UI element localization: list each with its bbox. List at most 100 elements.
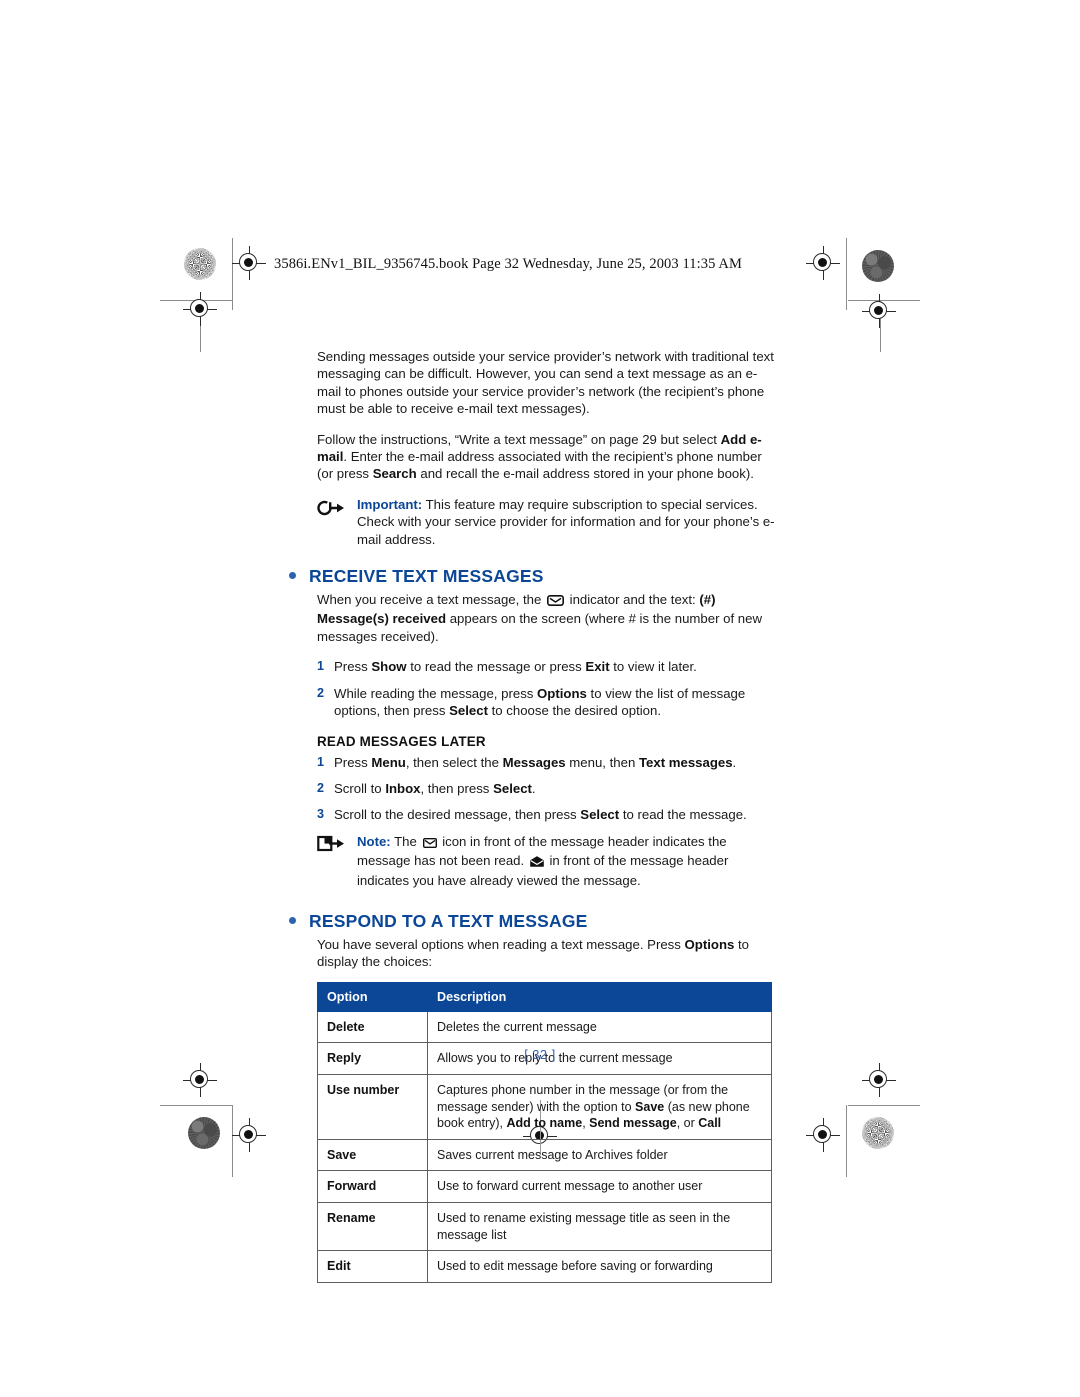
step-text-c: , then press — [420, 780, 494, 796]
square-arrow-icon — [317, 835, 349, 855]
step-number: 1 — [317, 659, 325, 674]
read-later-steps-list: 1 Press Menu, then select the Messages me… — [317, 754, 775, 824]
page-content: Sending messages outside your service pr… — [289, 348, 775, 1283]
intro-paragraph-1: Sending messages outside your service pr… — [317, 349, 774, 417]
envelope-indicator-icon — [546, 593, 564, 610]
step-text-d: to view it later. — [609, 659, 697, 675]
option-description-cell: Use to forward current message to anothe… — [427, 1170, 772, 1203]
step-item: 2 While reading the message, press Option… — [317, 685, 775, 720]
step-text-d: to choose the desired option. — [487, 703, 661, 719]
receive-steps-list: 1 Press Show to read the message or press… — [317, 658, 775, 719]
table-row: Save Saves current message to Archives f… — [317, 1138, 772, 1172]
important-label: Important: — [357, 496, 423, 512]
crosshair-mark-top-left — [232, 246, 266, 280]
select-key-term: Select — [493, 780, 532, 796]
important-callout-text: Important: This feature may require subs… — [357, 496, 775, 548]
intro-paragraph-2: Follow the instructions, “Write a text m… — [317, 431, 775, 483]
send-message-term: Send message — [589, 1116, 677, 1131]
subheading-read-messages-later: READ MESSAGES LATER — [317, 733, 486, 749]
step-text-a: While reading the message, press — [334, 685, 538, 701]
step-text-c: , then select the — [405, 754, 503, 770]
document-page: 3586i.ENv1_BIL_9356745.book Page 32 Wedn… — [0, 0, 1080, 1397]
starburst-registration-mark-top-left — [184, 248, 216, 280]
crosshair-mark-right-upper — [862, 294, 896, 328]
receive-intro-a: When you receive a text message, the — [317, 592, 545, 608]
section-heading-respond-to-text-message: RESPOND TO A TEXT MESSAGE — [289, 911, 775, 932]
inbox-term: Inbox — [385, 780, 421, 796]
crop-line-bottom-left-horizontal — [160, 1105, 232, 1106]
step-text-e: . — [732, 754, 737, 770]
crosshair-mark-left-lower — [183, 1063, 217, 1097]
show-key-term: Show — [371, 659, 407, 675]
option-description-cell: Used to edit message before saving or fo… — [427, 1250, 772, 1283]
table-row: Delete Deletes the current message — [317, 1010, 772, 1044]
option-name-cell: Use number — [317, 1073, 428, 1140]
intro-p2-e: and recall the e-mail address stored in … — [416, 466, 754, 482]
closed-envelope-icon — [422, 835, 437, 852]
call-term: Call — [698, 1116, 722, 1131]
section-heading-receive-text-messages: RECEIVE TEXT MESSAGES — [289, 566, 775, 587]
table-row: Rename Used to rename existing message t… — [317, 1201, 772, 1252]
crop-line-bottom-right-horizontal — [848, 1105, 920, 1106]
step-item: 1 Press Show to read the message or press… — [317, 658, 775, 675]
receive-intro-b: indicator and the text: — [565, 592, 700, 608]
step-number: 1 — [317, 754, 325, 769]
step-item: 3 Scroll to the desired message, then pre… — [317, 806, 775, 823]
intro-p2-a: Follow the instructions, “Write a text m… — [317, 431, 721, 447]
option-name-cell: Rename — [317, 1201, 428, 1252]
respond-intro-a: You have several options when reading a … — [317, 936, 685, 952]
crosshair-mark-bottom-right — [806, 1118, 840, 1152]
receive-heading-label: RECEIVE TEXT MESSAGES — [309, 566, 544, 587]
table-header-row: Option Description — [317, 981, 772, 1012]
column-header-option: Option — [317, 981, 428, 1012]
crop-line-right-vertical — [846, 238, 847, 310]
density-registration-mark-top-right — [862, 250, 894, 282]
option-description-cell: Captures phone number in the message (or… — [427, 1073, 772, 1140]
options-key-term: Options — [537, 685, 587, 701]
crop-line-bottom-right-vertical — [846, 1105, 847, 1177]
note-callout: Note: The icon in front of the message h… — [317, 833, 775, 889]
density-registration-mark-bottom-left — [188, 1117, 220, 1149]
search-term: Search — [372, 466, 417, 482]
step-text-a: Scroll to — [334, 780, 386, 796]
crosshair-mark-left-upper — [183, 292, 217, 326]
opened-envelope-icon — [530, 854, 544, 871]
table-row: Edit Used to edit message before saving … — [317, 1250, 772, 1283]
table-row: Use number Captures phone number in the … — [317, 1073, 772, 1140]
circle-arrow-icon — [317, 498, 349, 518]
respond-intro-paragraph: You have several options when reading a … — [317, 936, 775, 971]
step-number: 3 — [317, 807, 325, 822]
note-label: Note: — [357, 833, 391, 849]
step-text-d: menu, then — [565, 754, 639, 770]
note-callout-text: Note: The icon in front of the message h… — [357, 833, 775, 889]
receive-intro-paragraph: When you receive a text message, the ind… — [317, 591, 775, 645]
step-text-c: to read the message. — [619, 807, 747, 823]
step-number: 2 — [317, 780, 325, 795]
step-text-d: . — [531, 780, 536, 796]
option-name-cell: Edit — [317, 1250, 428, 1283]
desc-d: , or — [676, 1116, 699, 1131]
save-term: Save — [635, 1099, 665, 1114]
message-options-table: Option Description Delete Deletes the cu… — [317, 981, 772, 1283]
book-file-header: 3586i.ENv1_BIL_9356745.book Page 32 Wedn… — [274, 256, 742, 272]
bullet-icon — [289, 916, 296, 924]
option-name-cell: Save — [317, 1138, 428, 1172]
respond-heading-label: RESPOND TO A TEXT MESSAGE — [309, 910, 588, 931]
exit-key-term: Exit — [585, 659, 610, 675]
text-messages-term: Text messages — [638, 754, 733, 770]
column-header-description: Description — [427, 981, 772, 1012]
step-text-a: Press — [334, 754, 372, 770]
option-description-cell: Saves current message to Archives folder — [427, 1138, 772, 1172]
messages-menu-term: Messages — [502, 754, 566, 770]
step-text-a: Scroll to the desired message, then pres… — [334, 807, 581, 823]
step-item: 2 Scroll to Inbox, then press Select. — [317, 780, 775, 797]
note-text-a: The — [390, 833, 421, 849]
option-description-cell: Deletes the current message — [427, 1010, 772, 1044]
select-key-term: Select — [580, 807, 620, 823]
crosshair-mark-top-right — [806, 246, 840, 280]
option-name-cell: Delete — [317, 1010, 428, 1044]
crosshair-mark-right-lower — [862, 1063, 896, 1097]
options-key-term: Options — [684, 936, 735, 952]
important-callout: Important: This feature may require subs… — [317, 496, 775, 548]
step-text-a: Press — [334, 659, 372, 675]
